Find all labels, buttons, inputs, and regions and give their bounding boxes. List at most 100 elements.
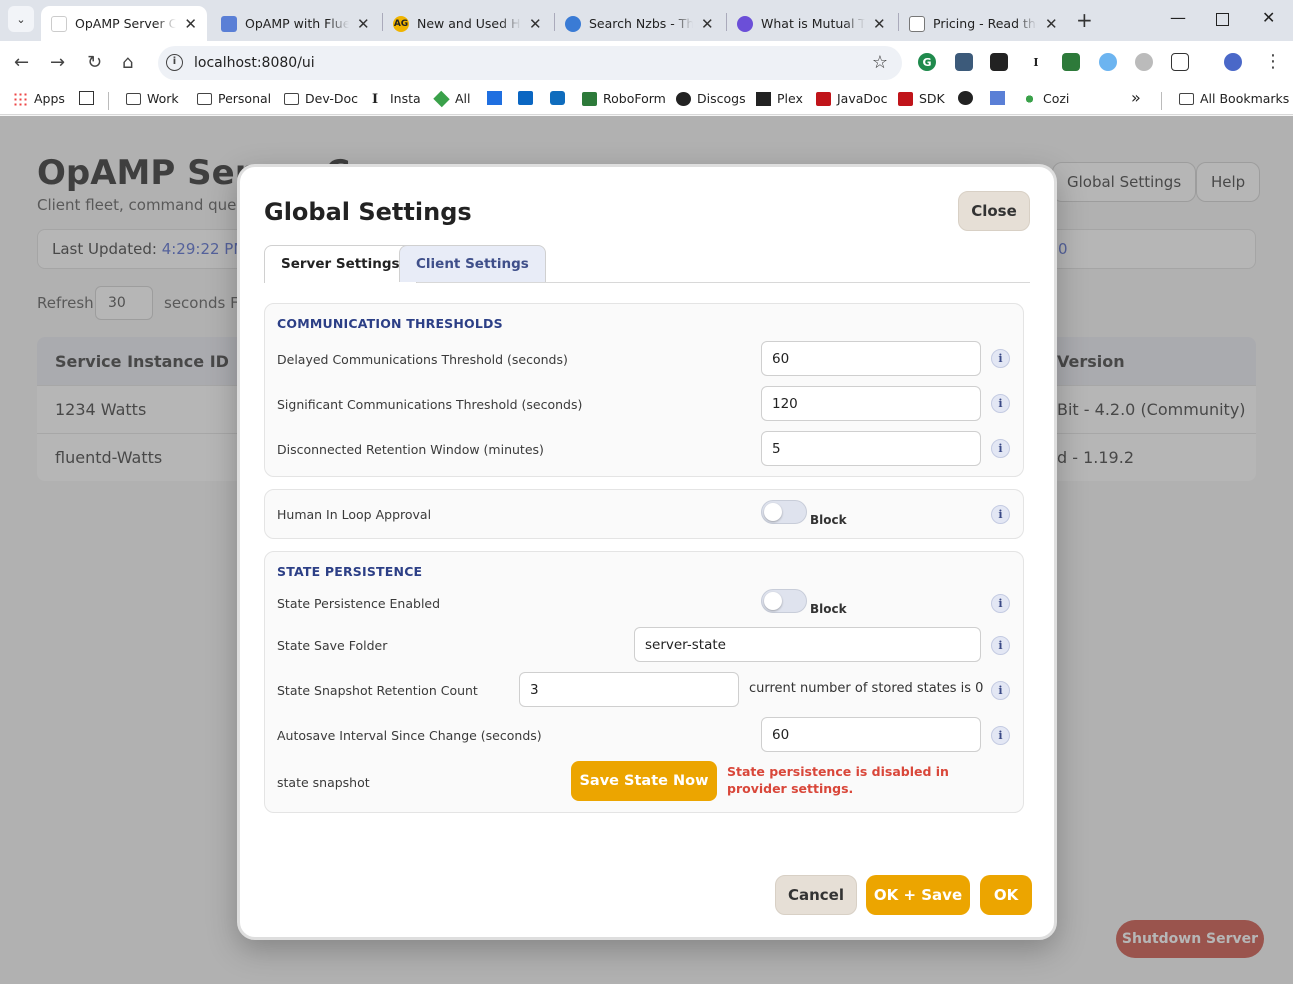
instapaper-icon[interactable]: I <box>1027 53 1045 71</box>
delayed-threshold-input[interactable]: 60 <box>761 341 981 376</box>
bookmark-site[interactable] <box>990 91 1011 105</box>
all-bookmarks-folder[interactable]: All Bookmarks <box>1179 91 1289 106</box>
address-bar[interactable]: i localhost:8080/ui ☆ <box>158 46 902 80</box>
disconnected-retention-label: Disconnected Retention Window (minutes) <box>277 442 544 457</box>
cloud-icon[interactable] <box>1099 53 1117 71</box>
bookmark-grid[interactable] <box>79 91 100 105</box>
autosave-interval-input[interactable]: 60 <box>761 717 981 752</box>
kebab-menu-icon[interactable]: ⋮ <box>1264 51 1282 72</box>
bookmark-star-icon[interactable]: ☆ <box>872 52 888 73</box>
bookmark-cozi[interactable]: Cozi <box>1022 91 1069 106</box>
bookmark-label: Insta <box>390 91 421 106</box>
forward-arrow-icon[interactable]: → <box>50 52 65 73</box>
window-close-icon[interactable]: ✕ <box>1262 8 1275 27</box>
ok-save-button[interactable]: OK + Save <box>866 875 970 915</box>
bookmark-plex[interactable]: Plex <box>756 91 803 106</box>
bookmark-folder-work[interactable]: Work <box>126 91 179 106</box>
close-button[interactable]: Close <box>958 191 1030 231</box>
home-icon[interactable]: ⌂ <box>122 52 133 73</box>
grammarly-icon[interactable]: G <box>918 53 936 71</box>
state-save-folder-input[interactable]: server-state <box>634 627 981 662</box>
tab-title: OpAMP with Fluent <box>245 16 349 31</box>
roboform-icon <box>582 91 597 106</box>
bookmarks-overflow-button[interactable]: » <box>1131 88 1141 107</box>
toggle-state-label: Block <box>810 602 847 616</box>
discogs-icon <box>676 91 691 106</box>
outlook-icon <box>550 91 565 105</box>
info-icon[interactable]: i <box>991 505 1010 524</box>
bookmark-folder-devdoc[interactable]: Dev-Doc <box>284 91 358 106</box>
extensions-puzzle-icon[interactable] <box>1171 53 1189 71</box>
browser-tab-2[interactable]: AG New and Used Hi F ✕ <box>383 6 553 41</box>
disconnected-retention-input[interactable]: 5 <box>761 431 981 466</box>
trash-icon[interactable] <box>990 53 1008 71</box>
site-info-icon[interactable]: i <box>166 54 183 71</box>
state-persistence-error: State persistence is disabled in provide… <box>727 764 949 796</box>
url-text: localhost:8080/ui <box>194 55 315 71</box>
back-arrow-icon[interactable]: ← <box>14 52 29 73</box>
cancel-button[interactable]: Cancel <box>775 875 857 915</box>
autosave-interval-label: Autosave Interval Since Change (seconds) <box>277 728 542 743</box>
human-in-loop-label: Human In Loop Approval <box>277 507 432 522</box>
bookmark-folder-personal[interactable]: Personal <box>197 91 271 106</box>
maximize-icon[interactable] <box>1216 13 1229 26</box>
new-tab-button[interactable]: + <box>1076 8 1093 32</box>
significant-threshold-input[interactable]: 120 <box>761 386 981 421</box>
info-icon[interactable]: i <box>991 594 1010 613</box>
opamp-favicon-icon <box>51 15 67 32</box>
bookmark-label: All Bookmarks <box>1200 91 1290 106</box>
close-tab-icon[interactable]: ✕ <box>529 15 542 33</box>
ok-button[interactable]: OK <box>980 875 1032 915</box>
snapshot-retention-input[interactable]: 3 <box>519 672 739 707</box>
browser-tab-3[interactable]: Search Nzbs - The I ✕ <box>555 6 725 41</box>
site-favicon-icon <box>221 15 237 32</box>
tab-search-button[interactable]: ⌄ <box>8 6 34 32</box>
profile-avatar[interactable] <box>1224 53 1242 71</box>
close-tab-icon[interactable]: ✕ <box>873 15 886 33</box>
bookmark-all[interactable]: All <box>433 90 471 107</box>
gear-favicon-icon <box>737 15 753 32</box>
bookmark-outlook[interactable] <box>550 91 571 105</box>
state-persistence-toggle[interactable] <box>761 589 807 613</box>
bookmark-label: RoboForm <box>603 91 666 106</box>
extension-icon[interactable] <box>955 53 973 71</box>
bookmark-dropbox[interactable] <box>487 91 508 105</box>
human-in-loop-toggle[interactable] <box>761 500 807 524</box>
tab-server-settings[interactable]: Server Settings <box>264 245 417 283</box>
bookmark-javadoc[interactable]: JavaDoc <box>816 91 888 106</box>
global-settings-dialog: Global Settings Close Server Settings Cl… <box>237 164 1057 940</box>
info-icon[interactable]: i <box>991 349 1010 368</box>
bookmark-apps[interactable]: Apps <box>13 91 65 106</box>
bookmark-linkedin[interactable] <box>518 91 539 105</box>
browser-tab-0[interactable]: OpAMP Server Cor ✕ <box>41 6 207 41</box>
reload-icon[interactable]: ↻ <box>87 52 102 73</box>
info-icon[interactable]: i <box>991 439 1010 458</box>
bookmark-discogs[interactable]: Discogs <box>676 91 746 106</box>
browser-tab-5[interactable]: Pricing - Read the I ✕ <box>899 6 1069 41</box>
close-tab-icon[interactable]: ✕ <box>1045 15 1058 33</box>
bookmark-insta[interactable]: I Insta <box>372 91 421 107</box>
info-icon[interactable]: i <box>991 681 1010 700</box>
tab-client-settings[interactable]: Client Settings <box>399 245 546 282</box>
bookmark-github[interactable] <box>958 91 979 105</box>
info-icon[interactable]: i <box>991 636 1010 655</box>
close-tab-icon[interactable]: ✕ <box>184 15 197 33</box>
instapaper-icon: I <box>372 91 379 107</box>
bookmark-roboform[interactable]: RoboForm <box>582 91 666 106</box>
extension-gray-icon[interactable] <box>1135 53 1153 71</box>
info-icon[interactable]: i <box>991 726 1010 745</box>
delayed-threshold-label: Delayed Communications Threshold (second… <box>277 352 568 367</box>
browser-tab-1[interactable]: OpAMP with Fluent ✕ <box>211 6 381 41</box>
bookmark-label: Discogs <box>697 91 746 106</box>
info-icon[interactable]: i <box>991 394 1010 413</box>
bookmark-label: SDK <box>919 91 945 106</box>
oracle-icon <box>816 91 831 106</box>
bookmark-sdk[interactable]: SDK <box>898 91 945 106</box>
close-tab-icon[interactable]: ✕ <box>701 15 714 33</box>
roboform-icon[interactable] <box>1062 53 1080 71</box>
close-tab-icon[interactable]: ✕ <box>357 15 370 33</box>
minimize-icon[interactable]: — <box>1170 8 1186 27</box>
browser-tab-4[interactable]: What is Mutual TLS ✕ <box>727 6 897 41</box>
settings-tabs: Server Settings Client Settings <box>264 245 1030 283</box>
save-state-now-button[interactable]: Save State Now <box>571 761 717 801</box>
